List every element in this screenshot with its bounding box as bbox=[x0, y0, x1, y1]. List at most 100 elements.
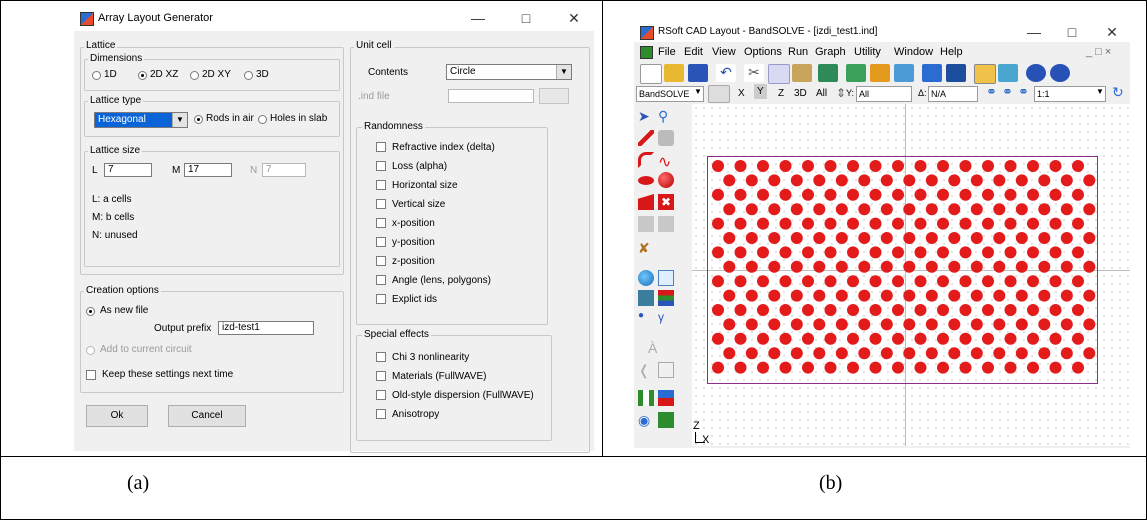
monitor-icon[interactable]: ❬ bbox=[638, 362, 654, 378]
rod-circle[interactable] bbox=[959, 246, 972, 259]
rand-explict-ids-checkbox[interactable] bbox=[376, 294, 386, 304]
rod-circle[interactable] bbox=[1072, 275, 1084, 288]
rod-circle[interactable] bbox=[1015, 174, 1028, 187]
rand-refractive-index-checkbox[interactable] bbox=[376, 142, 386, 152]
rod-circle[interactable] bbox=[768, 260, 781, 273]
rod-circle[interactable] bbox=[982, 188, 994, 201]
rod-circle[interactable] bbox=[835, 203, 848, 216]
rod-circle[interactable] bbox=[869, 361, 882, 374]
rod-circle[interactable] bbox=[880, 174, 893, 187]
rod-circle[interactable] bbox=[1049, 246, 1062, 259]
output-prefix-input[interactable]: izd-test1 bbox=[218, 321, 314, 335]
array-icon[interactable] bbox=[870, 64, 890, 82]
text-annotation-icon[interactable]: À bbox=[648, 340, 664, 356]
rod-circle[interactable] bbox=[790, 318, 803, 331]
segment-icon[interactable] bbox=[846, 64, 866, 82]
holes-in-slab-radio[interactable] bbox=[258, 115, 267, 124]
rod-circle[interactable] bbox=[734, 246, 747, 259]
minimize-icon[interactable]: — bbox=[466, 8, 490, 28]
minimize-icon[interactable]: — bbox=[1022, 22, 1046, 42]
rod-circle[interactable] bbox=[790, 347, 803, 360]
ellipse-icon[interactable] bbox=[638, 176, 654, 185]
rod-circle[interactable] bbox=[993, 289, 1006, 302]
view-all-button[interactable]: All bbox=[816, 88, 827, 99]
browse-button[interactable] bbox=[539, 88, 569, 104]
rod-circle[interactable] bbox=[914, 361, 927, 374]
rand-loss-checkbox[interactable] bbox=[376, 161, 386, 171]
rod-circle[interactable] bbox=[1015, 289, 1028, 302]
menu-window[interactable]: Window bbox=[894, 46, 933, 58]
symbol-table-icon[interactable] bbox=[638, 290, 654, 306]
menu-file[interactable]: File bbox=[658, 46, 676, 58]
table-icon[interactable] bbox=[658, 270, 674, 286]
rod-circle[interactable] bbox=[757, 332, 769, 345]
rod-circle[interactable] bbox=[757, 246, 769, 259]
rod-circle[interactable] bbox=[779, 188, 792, 201]
rod-circle[interactable] bbox=[1038, 289, 1051, 302]
rod-circle[interactable] bbox=[813, 260, 826, 273]
rod-circle[interactable] bbox=[959, 361, 972, 374]
open-folder-icon[interactable] bbox=[664, 64, 684, 82]
rod-circle[interactable] bbox=[948, 174, 961, 187]
rod-circle[interactable] bbox=[734, 275, 747, 288]
distribute-icon[interactable] bbox=[946, 64, 966, 82]
rod-circle[interactable] bbox=[1027, 332, 1039, 345]
rod-circle[interactable] bbox=[892, 188, 904, 201]
rod-circle[interactable] bbox=[892, 332, 904, 345]
simulate-cad-icon[interactable] bbox=[1026, 64, 1046, 82]
rod-circle[interactable] bbox=[1083, 347, 1096, 360]
keep-settings-checkbox[interactable] bbox=[86, 370, 96, 380]
rod-circle[interactable] bbox=[824, 361, 837, 374]
rod-circle[interactable] bbox=[1049, 188, 1062, 201]
rod-circle[interactable] bbox=[959, 275, 972, 288]
lattice-type-select[interactable]: Hexagonal ▼ bbox=[94, 112, 188, 128]
rod-circle[interactable] bbox=[925, 232, 938, 244]
launch-icon[interactable] bbox=[638, 390, 654, 406]
pointer-icon[interactable]: ➤ bbox=[638, 108, 654, 124]
rod-circle[interactable] bbox=[824, 304, 837, 316]
rand-x-position-checkbox[interactable] bbox=[376, 218, 386, 228]
anisotropy-checkbox[interactable] bbox=[376, 409, 386, 419]
rod-circle[interactable] bbox=[813, 203, 826, 216]
add-to-circuit-radio[interactable] bbox=[86, 346, 95, 355]
rod-circle[interactable] bbox=[712, 332, 724, 345]
rod-circle[interactable] bbox=[925, 347, 938, 360]
rod-circle[interactable] bbox=[925, 289, 938, 302]
rod-circle[interactable] bbox=[757, 304, 769, 316]
rod-circle[interactable] bbox=[880, 289, 893, 302]
rod-circle[interactable] bbox=[892, 275, 904, 288]
rod-circle[interactable] bbox=[712, 188, 724, 201]
rod-circle[interactable] bbox=[1072, 361, 1084, 374]
rod-circle[interactable] bbox=[813, 318, 826, 331]
symbol-icon[interactable] bbox=[708, 85, 730, 103]
rod-circle[interactable] bbox=[757, 275, 769, 288]
rod-circle[interactable] bbox=[847, 332, 859, 345]
menu-help[interactable]: Help bbox=[940, 46, 963, 58]
rod-circle[interactable] bbox=[858, 318, 871, 331]
close-icon[interactable]: ✕ bbox=[1100, 22, 1124, 42]
l-input[interactable]: 7 bbox=[104, 163, 152, 177]
rod-circle[interactable] bbox=[1060, 347, 1073, 360]
view-3d-icon[interactable]: ◉ bbox=[638, 412, 654, 428]
rod-circle[interactable] bbox=[824, 188, 837, 201]
rod-circle[interactable] bbox=[745, 203, 758, 216]
bitmap-icon[interactable] bbox=[658, 216, 674, 232]
rod-circle[interactable] bbox=[948, 318, 961, 331]
rod-circle[interactable] bbox=[768, 347, 781, 360]
rod-circle[interactable] bbox=[959, 332, 972, 345]
rod-circle[interactable] bbox=[768, 318, 781, 331]
rod-circle[interactable] bbox=[1072, 332, 1084, 345]
rod-circle[interactable] bbox=[1083, 260, 1096, 273]
component-icon[interactable] bbox=[818, 64, 838, 82]
rod-circle[interactable] bbox=[892, 160, 904, 172]
rod-circle[interactable] bbox=[982, 275, 994, 288]
taper-icon[interactable] bbox=[658, 130, 674, 146]
rod-circle[interactable] bbox=[1027, 217, 1039, 230]
rand-vertical-size-checkbox[interactable] bbox=[376, 199, 386, 209]
rod-circle[interactable] bbox=[880, 260, 893, 273]
zoom-in-icon[interactable]: ⚭ bbox=[986, 84, 997, 100]
close-icon[interactable]: ✕ bbox=[562, 8, 586, 28]
ind-file-input[interactable] bbox=[448, 89, 534, 103]
rod-circle[interactable] bbox=[835, 174, 848, 187]
rod-circle[interactable] bbox=[1049, 160, 1062, 172]
